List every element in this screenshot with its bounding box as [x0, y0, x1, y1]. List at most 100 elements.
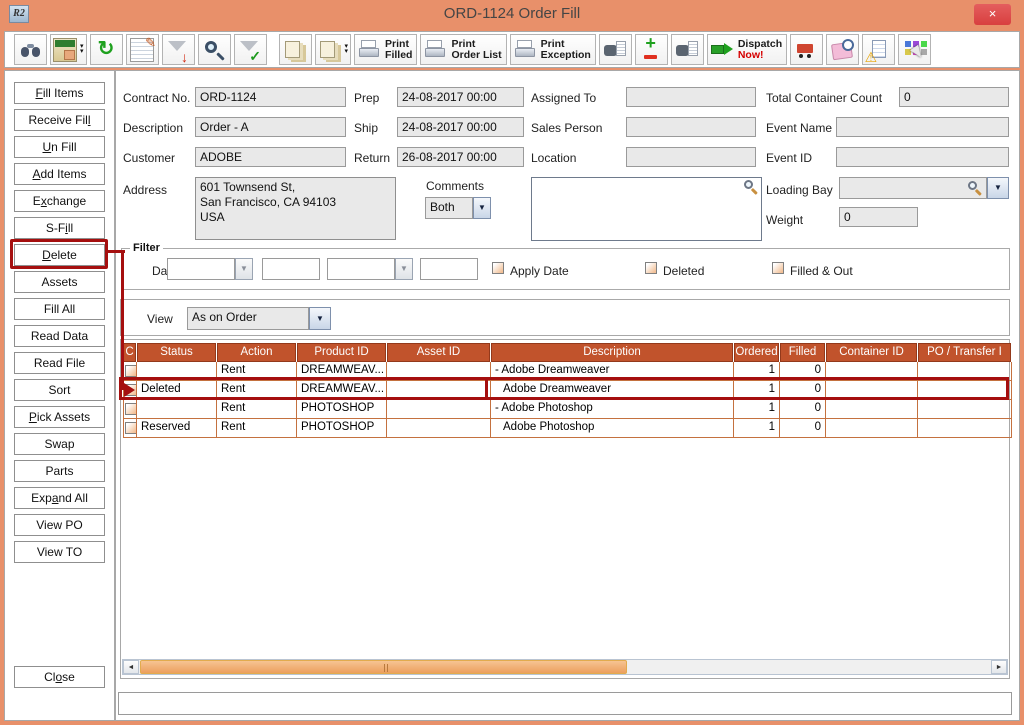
column-header-product-id[interactable]: Product ID — [297, 343, 386, 362]
table-row[interactable]: ReservedRentPHOTOSHOPAdobe Photoshop10 — [123, 419, 1012, 438]
ship-date-field[interactable]: 24-08-2017 00:00 — [397, 117, 524, 137]
split-chevron-icon[interactable]: ▾▾ — [345, 45, 349, 54]
column-header-c[interactable]: C — [123, 343, 136, 362]
scan-item-2-button[interactable] — [671, 34, 704, 65]
print-order-list-button[interactable]: PrintOrder List — [420, 34, 506, 65]
collate-print-button[interactable]: ▾▾ — [315, 34, 352, 65]
view-select[interactable]: As on Order — [187, 307, 309, 330]
location-field[interactable] — [626, 147, 756, 167]
description-field[interactable]: Order - A — [195, 117, 346, 137]
loading-bay-dropdown-button[interactable]: ▼ — [987, 177, 1009, 199]
sidebar-button-pick-assets[interactable]: Pick Assets — [14, 406, 105, 428]
loading-bay-field[interactable] — [839, 177, 987, 199]
horizontal-scrollbar[interactable]: ◄ ► — [122, 659, 1008, 675]
sidebar-button-read-data[interactable]: Read Data — [14, 325, 105, 347]
edit-notes-button[interactable] — [126, 34, 159, 65]
sidebar-button-s-fill[interactable]: S-Fill — [14, 217, 105, 239]
loading-bay-lookup-icon[interactable] — [968, 181, 982, 195]
shipping-truck-button[interactable] — [790, 34, 823, 65]
sidebar-button-receive-fill[interactable]: Receive Fill — [14, 109, 105, 131]
column-header-status[interactable]: Status — [137, 343, 216, 362]
filter-date-to-field[interactable] — [420, 258, 478, 280]
sidebar-button-fill-items[interactable]: Fill Items — [14, 82, 105, 104]
event-name-field[interactable] — [836, 117, 1009, 137]
comments-lookup-icon[interactable] — [744, 180, 758, 194]
filter-date-from-type-select[interactable] — [167, 258, 235, 280]
column-header-container-id[interactable]: Container ID — [826, 343, 917, 362]
filter-out-button[interactable] — [162, 34, 195, 65]
total-container-count-label: Total Container Count — [766, 91, 882, 105]
column-header-action[interactable]: Action — [217, 343, 296, 362]
zoom-button[interactable] — [198, 34, 231, 65]
apply-date-checkbox[interactable] — [492, 262, 504, 274]
filter-date-to-type-select[interactable] — [327, 258, 395, 280]
table-row[interactable]: RentDREAMWEAV...- Adobe Dreamweaver10 — [123, 362, 1012, 381]
print-exception-button[interactable]: PrintException — [510, 34, 596, 65]
refresh-button[interactable] — [90, 34, 123, 65]
filled-and-out-checkbox[interactable] — [772, 262, 784, 274]
sidebar-button-sort[interactable]: Sort — [14, 379, 105, 401]
weight-field[interactable]: 0 — [839, 207, 918, 227]
sidebar-button-view-to[interactable]: View TO — [14, 541, 105, 563]
split-chevron-icon[interactable]: ▾▾ — [80, 45, 84, 54]
table-row-highlighted[interactable]: DeletedRentDREAMWEAV...Adobe Dreamweaver… — [123, 381, 1012, 400]
cell-action: Rent — [217, 362, 297, 381]
sidebar-button-un-fill[interactable]: Un Fill — [14, 136, 105, 158]
row-checkbox[interactable] — [125, 422, 137, 434]
scan-item-button[interactable] — [599, 34, 632, 65]
table-row[interactable]: RentPHOTOSHOP- Adobe Photoshop10 — [123, 400, 1012, 419]
sidebar-button-swap[interactable]: Swap — [14, 433, 105, 455]
total-container-count-field[interactable]: 0 — [899, 87, 1009, 107]
address-field[interactable]: 601 Townsend St, San Francisco, CA 94103… — [195, 177, 396, 240]
filter-date-from-type-dropdown-button[interactable]: ▼ — [235, 258, 253, 280]
print-filled-button[interactable]: PrintFilled — [354, 34, 417, 65]
deleted-checkbox[interactable] — [645, 262, 657, 274]
contract-no-field[interactable]: ORD-1124 — [195, 87, 346, 107]
assigned-to-field[interactable] — [626, 87, 756, 107]
row-checkbox[interactable] — [125, 403, 137, 415]
add-remove-button[interactable] — [635, 34, 668, 65]
comments-text-field[interactable] — [531, 177, 762, 241]
dispatch-now-button[interactable]: DispatchNow! — [707, 34, 787, 65]
column-header-filled[interactable]: Filled — [780, 343, 825, 362]
exception-report-button[interactable] — [862, 34, 895, 65]
view-dropdown-button[interactable]: ▼ — [309, 307, 331, 330]
pick-items-button[interactable]: ▾▾ — [50, 34, 87, 65]
scrollbar-thumb[interactable] — [140, 660, 627, 674]
prep-date-field[interactable]: 24-08-2017 00:00 — [397, 87, 524, 107]
close-window-button[interactable]: × — [974, 4, 1011, 25]
sidebar-button-fill-all[interactable]: Fill All — [14, 298, 105, 320]
column-header-asset-id[interactable]: Asset ID — [387, 343, 490, 362]
scroll-right-button[interactable]: ► — [991, 660, 1007, 674]
comments-mode-dropdown-button[interactable]: ▼ — [473, 197, 491, 219]
customer-field[interactable]: ADOBE — [195, 147, 346, 167]
event-id-field[interactable] — [836, 147, 1009, 167]
filter-date-from-field[interactable] — [262, 258, 320, 280]
cell-ordered: 1 — [734, 400, 780, 419]
column-header-description[interactable]: Description — [491, 343, 733, 362]
row-checkbox[interactable] — [125, 365, 137, 377]
sidebar-button-parts[interactable]: Parts — [14, 460, 105, 482]
sidebar-button-add-items[interactable]: Add Items — [14, 163, 105, 185]
scroll-left-button[interactable]: ◄ — [123, 660, 139, 674]
column-header-po-transfer-i[interactable]: PO / Transfer I — [918, 343, 1011, 362]
find-button[interactable] — [14, 34, 47, 65]
return-date-field[interactable]: 26-08-2017 00:00 — [397, 147, 524, 167]
sidebar-button-view-po[interactable]: View PO — [14, 514, 105, 536]
sidebar-button-assets[interactable]: Assets — [14, 271, 105, 293]
sidebar-button-expand-all[interactable]: Expand All — [14, 487, 105, 509]
sidebar-button-delete[interactable]: Delete — [14, 244, 105, 266]
filter-applied-button[interactable] — [234, 34, 267, 65]
comments-mode-select[interactable]: Both — [425, 197, 473, 219]
multi-select-button[interactable] — [898, 34, 931, 65]
collate-button[interactable] — [279, 34, 312, 65]
printer-question-icon — [513, 38, 537, 62]
sidebar-button-read-file[interactable]: Read File — [14, 352, 105, 374]
sales-person-field[interactable] — [626, 117, 756, 137]
sidebar-button-exchange[interactable]: Exchange — [14, 190, 105, 212]
row-checkbox[interactable] — [125, 384, 137, 396]
column-header-ordered[interactable]: Ordered — [734, 343, 779, 362]
sidebar-button-close[interactable]: Close — [14, 666, 105, 688]
schedule-button[interactable] — [826, 34, 859, 65]
filter-date-to-type-dropdown-button[interactable]: ▼ — [395, 258, 413, 280]
